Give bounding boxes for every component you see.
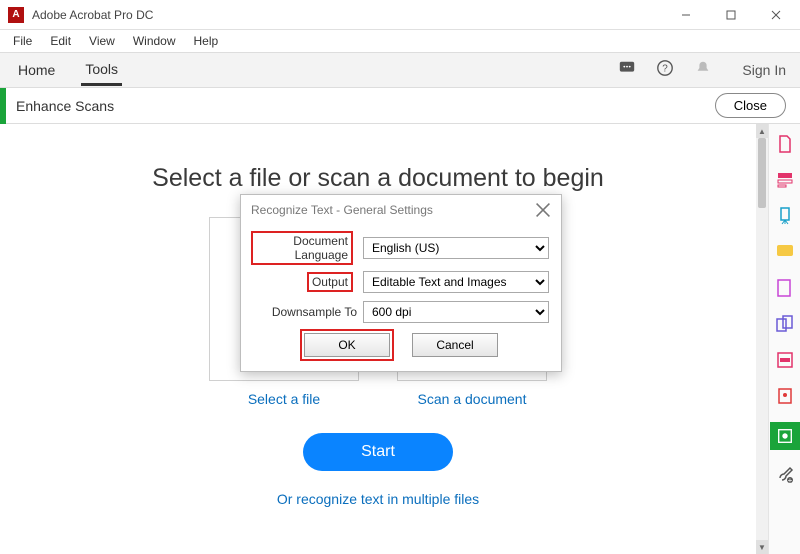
edit-pdf-icon[interactable] xyxy=(775,170,795,190)
document-language-label: Document Language xyxy=(253,233,351,263)
tab-home[interactable]: Home xyxy=(14,56,59,84)
maximize-button[interactable] xyxy=(708,1,753,29)
page-headline: Select a file or scan a document to begi… xyxy=(0,164,756,193)
right-tool-panel: + xyxy=(768,124,800,554)
dialog-title: Recognize Text - General Settings xyxy=(251,203,433,217)
menu-window[interactable]: Window xyxy=(126,32,183,50)
menu-help[interactable]: Help xyxy=(187,32,226,50)
bell-icon[interactable] xyxy=(694,59,712,82)
vertical-scrollbar[interactable]: ▲ ▼ xyxy=(756,124,768,554)
help-icon[interactable]: ? xyxy=(656,59,674,82)
tabbar: Home Tools ? Sign In xyxy=(0,52,800,88)
downsample-select[interactable]: 600 dpi xyxy=(363,301,549,323)
menu-view[interactable]: View xyxy=(82,32,122,50)
svg-text:+: + xyxy=(787,476,792,485)
organize-icon[interactable] xyxy=(775,278,795,298)
comment-icon[interactable] xyxy=(618,59,636,82)
feature-title: Enhance Scans xyxy=(16,98,114,114)
close-feature-button[interactable]: Close xyxy=(715,93,786,118)
more-tools-icon[interactable]: + xyxy=(775,466,795,486)
recognize-multiple-link[interactable]: Or recognize text in multiple files xyxy=(0,491,756,507)
dialog-close-icon[interactable] xyxy=(535,202,551,218)
app-icon: A xyxy=(8,7,24,23)
window-title: Adobe Acrobat Pro DC xyxy=(32,8,663,22)
create-pdf-icon[interactable] xyxy=(775,134,795,154)
start-button[interactable]: Start xyxy=(303,433,453,471)
recognize-text-dialog: Recognize Text - General Settings Docume… xyxy=(240,194,562,372)
output-select[interactable]: Editable Text and Images xyxy=(363,271,549,293)
enhance-scans-icon[interactable] xyxy=(770,422,800,450)
cancel-button[interactable]: Cancel xyxy=(412,333,498,357)
scroll-up-arrow[interactable]: ▲ xyxy=(756,124,768,138)
document-language-select[interactable]: English (US) xyxy=(363,237,549,259)
sign-in-link[interactable]: Sign In xyxy=(742,62,786,78)
feature-accent-bar xyxy=(0,88,6,124)
tab-tools[interactable]: Tools xyxy=(81,55,122,86)
combine-icon[interactable] xyxy=(775,314,795,334)
ok-button[interactable]: OK xyxy=(304,333,390,357)
comment-tool-icon[interactable] xyxy=(775,242,795,262)
menu-file[interactable]: File xyxy=(6,32,39,50)
redact-icon[interactable] xyxy=(775,350,795,370)
output-label: Output xyxy=(309,274,351,290)
menu-edit[interactable]: Edit xyxy=(43,32,78,50)
downsample-label: Downsample To xyxy=(253,305,363,319)
scan-document-label[interactable]: Scan a document xyxy=(397,391,547,407)
minimize-button[interactable] xyxy=(663,1,708,29)
scroll-thumb[interactable] xyxy=(758,138,766,208)
select-file-label[interactable]: Select a file xyxy=(209,391,359,407)
protect-icon[interactable] xyxy=(775,386,795,406)
feature-toolbar: Enhance Scans Close xyxy=(0,88,800,124)
svg-text:?: ? xyxy=(663,63,669,74)
window-titlebar: A Adobe Acrobat Pro DC xyxy=(0,0,800,30)
export-pdf-icon[interactable] xyxy=(775,206,795,226)
menubar: File Edit View Window Help xyxy=(0,30,800,52)
scroll-down-arrow[interactable]: ▼ xyxy=(756,540,768,554)
close-window-button[interactable] xyxy=(753,1,798,29)
